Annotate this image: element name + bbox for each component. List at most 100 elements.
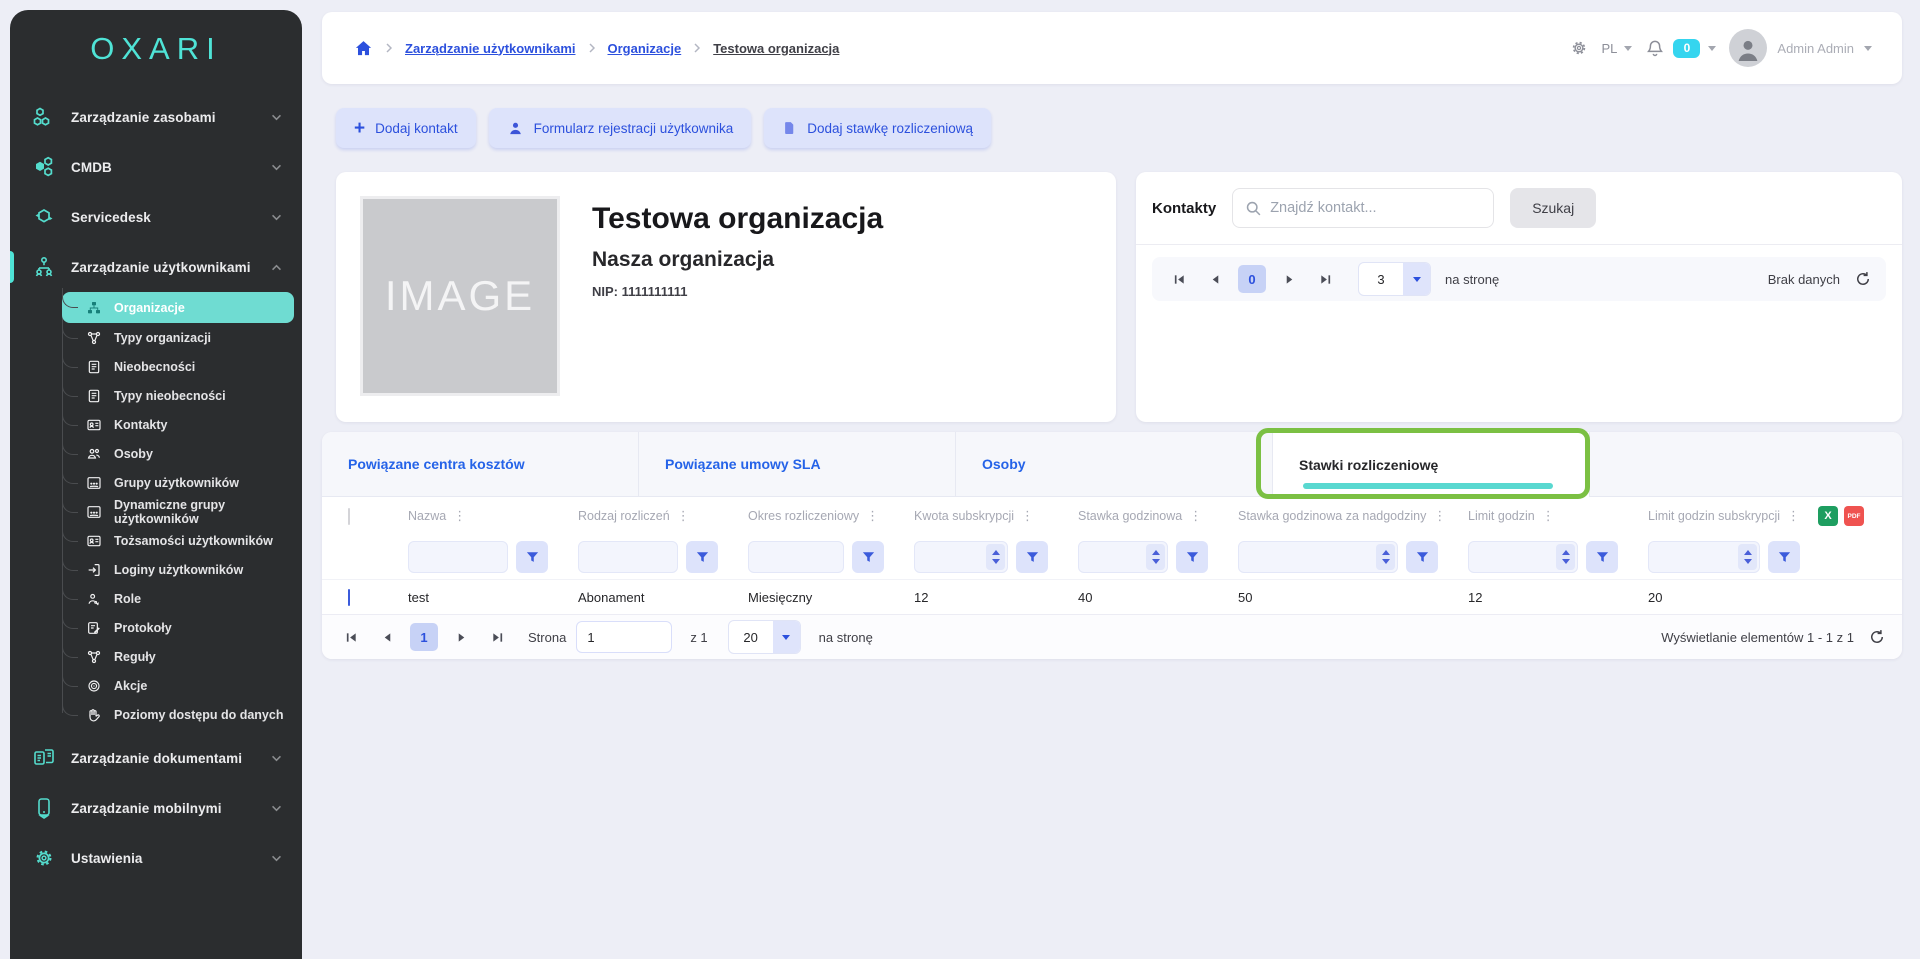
refresh-icon[interactable] <box>1854 270 1872 288</box>
next-page-icon[interactable] <box>1276 266 1302 292</box>
person-icon <box>1733 36 1763 66</box>
number-stepper[interactable] <box>1738 544 1757 570</box>
sidebar-item-grupy-uzytkownikow[interactable]: Grupy użytkowników <box>62 468 288 497</box>
table-filter-row <box>322 535 1902 579</box>
filter-button[interactable] <box>852 541 884 573</box>
sidebar-item-poziomy-dostepu[interactable]: Poziomy dostępu do danych <box>62 700 288 729</box>
filter-button[interactable] <box>516 541 548 573</box>
filter-button[interactable] <box>1016 541 1048 573</box>
sidebar-item-zarzadzanie-mobilnymi[interactable]: Zarządzanie mobilnymi <box>10 787 302 829</box>
filter-input-nazwa[interactable] <box>408 541 508 573</box>
sidebar-item-nieobecnosci[interactable]: Nieobecności <box>62 352 288 381</box>
first-page-icon[interactable] <box>1166 266 1192 292</box>
next-page-icon[interactable] <box>448 624 474 650</box>
breadcrumb-separator-icon <box>385 42 393 54</box>
page-number-input[interactable] <box>576 621 672 653</box>
sidebar: OXARI Zarządzanie zasobami CMDB Serviced… <box>10 10 302 959</box>
sidebar-item-organizacje[interactable]: Organizacje <box>62 292 294 323</box>
contacts-pagination-right: Brak danych <box>1768 270 1872 288</box>
sidebar-item-zarzadzanie-uzytkownikami[interactable]: Zarządzanie użytkownikami <box>10 246 302 288</box>
number-stepper[interactable] <box>1556 544 1575 570</box>
filter-input-stawka-nadgodziny[interactable] <box>1238 541 1398 573</box>
tab-powiazane-centra-kosztow[interactable]: Powiązane centra kosztów <box>322 432 639 496</box>
topbar-controls: PL 0 Admin Admin <box>1569 29 1873 67</box>
assets-icon <box>32 105 56 129</box>
person-icon <box>507 120 524 137</box>
column-menu-icon[interactable]: ⋮ <box>453 508 466 524</box>
add-contact-button[interactable]: + Dodaj kontakt <box>336 108 476 148</box>
tab-powiazane-umowy-sla[interactable]: Powiązane umowy SLA <box>639 432 956 496</box>
first-page-icon[interactable] <box>338 624 364 650</box>
filter-input-okres-rozliczeniowy[interactable] <box>748 541 844 573</box>
tab-stawki-rozliczeniowe[interactable]: Stawki rozliczeniowę <box>1273 432 1590 497</box>
last-page-icon[interactable] <box>1312 266 1338 292</box>
filter-button[interactable] <box>1176 541 1208 573</box>
sidebar-item-typy-nieobecnosci[interactable]: Typy nieobecności <box>62 381 288 410</box>
table-row[interactable]: test Abonament Miesięczny 12 40 50 12 20 <box>322 579 1902 615</box>
column-menu-icon[interactable]: ⋮ <box>1787 508 1800 524</box>
column-menu-icon[interactable]: ⋮ <box>1021 508 1034 524</box>
sidebar-item-tozsamosci[interactable]: Tożsamości użytkowników <box>62 526 288 555</box>
tab-osoby[interactable]: Osoby <box>956 432 1273 496</box>
export-pdf-icon[interactable]: PDF <box>1844 506 1864 526</box>
row-checkbox[interactable] <box>348 589 350 606</box>
previous-page-icon[interactable] <box>374 624 400 650</box>
user-menu[interactable]: Admin Admin <box>1729 29 1872 67</box>
breadcrumb-current: Testowa organizacja <box>713 41 839 56</box>
sidebar-item-ustawienia[interactable]: Ustawienia <box>10 837 302 879</box>
register-user-form-button[interactable]: Formularz rejestracji użytkownika <box>489 108 752 148</box>
sidebar-item-reguly[interactable]: Reguły <box>62 642 288 671</box>
filter-input-limit-subskrypcji[interactable] <box>1648 541 1760 573</box>
filter-input-kwota-subskrypcji[interactable] <box>914 541 1008 573</box>
sidebar-item-loginy[interactable]: Loginy użytkowników <box>62 555 288 584</box>
current-page-button[interactable]: 1 <box>410 623 438 651</box>
previous-page-icon[interactable] <box>1202 266 1228 292</box>
absences-icon <box>86 359 102 375</box>
table-pagination-right: Wyświetlanie elementów 1 - 1 z 1 <box>1661 628 1886 646</box>
current-page-button[interactable]: 0 <box>1238 265 1266 293</box>
column-menu-icon[interactable]: ⋮ <box>1189 508 1202 524</box>
sidebar-item-dynamiczne-grupy[interactable]: Dynamiczne grupy użytkowników <box>62 497 288 526</box>
notifications-control[interactable]: 0 <box>1645 38 1716 58</box>
number-stepper[interactable] <box>986 544 1005 570</box>
column-menu-icon[interactable]: ⋮ <box>1542 508 1555 524</box>
home-icon[interactable] <box>354 39 373 58</box>
contact-search-input[interactable] <box>1270 200 1481 216</box>
number-stepper[interactable] <box>1146 544 1165 570</box>
filter-input-limit-godzin[interactable] <box>1468 541 1578 573</box>
breadcrumb-separator-icon <box>693 42 701 54</box>
breadcrumb-link-users[interactable]: Zarządzanie użytkownikami <box>405 41 576 56</box>
table-page-size-select[interactable]: 20 <box>728 620 801 654</box>
sidebar-item-zarzadzanie-zasobami[interactable]: Zarządzanie zasobami <box>10 96 302 138</box>
select-all-checkbox[interactable] <box>348 508 350 525</box>
filter-input-rodzaj-rozliczen[interactable] <box>578 541 678 573</box>
sidebar-item-akcje[interactable]: Akcje <box>62 671 288 700</box>
filter-input-stawka-godzinowa[interactable] <box>1078 541 1168 573</box>
refresh-icon[interactable] <box>1868 628 1886 646</box>
column-menu-icon[interactable]: ⋮ <box>1433 508 1446 524</box>
sidebar-item-role[interactable]: Role <box>62 584 288 613</box>
contacts-page-size-select[interactable]: 3 <box>1358 262 1431 296</box>
filter-button[interactable] <box>1586 541 1618 573</box>
sidebar-item-typy-organizacji[interactable]: Typy organizacji <box>62 323 288 352</box>
sidebar-item-cmdb[interactable]: CMDB <box>10 146 302 188</box>
column-menu-icon[interactable]: ⋮ <box>866 508 879 524</box>
page-size-value: 20 <box>729 621 773 653</box>
filter-button[interactable] <box>1406 541 1438 573</box>
add-billing-rate-button[interactable]: Dodaj stawkę rozliczeniową <box>764 108 991 148</box>
export-excel-icon[interactable]: X <box>1818 506 1838 526</box>
number-stepper[interactable] <box>1376 544 1395 570</box>
last-page-icon[interactable] <box>484 624 510 650</box>
sidebar-item-kontakty[interactable]: Kontakty <box>62 410 288 439</box>
gear-icon[interactable] <box>1569 38 1589 58</box>
sidebar-item-zarzadzanie-dokumentami[interactable]: Zarządzanie dokumentami <box>10 737 302 779</box>
language-selector[interactable]: PL <box>1602 41 1633 56</box>
column-menu-icon[interactable]: ⋮ <box>677 508 690 524</box>
search-button[interactable]: Szukaj <box>1510 188 1596 228</box>
sidebar-item-osoby[interactable]: Osoby <box>62 439 288 468</box>
breadcrumb-link-organizations[interactable]: Organizacje <box>608 41 682 56</box>
sidebar-item-servicedesk[interactable]: Servicedesk <box>10 196 302 238</box>
filter-button[interactable] <box>1768 541 1800 573</box>
sidebar-item-protokoly[interactable]: Protokoły <box>62 613 288 642</box>
filter-button[interactable] <box>686 541 718 573</box>
